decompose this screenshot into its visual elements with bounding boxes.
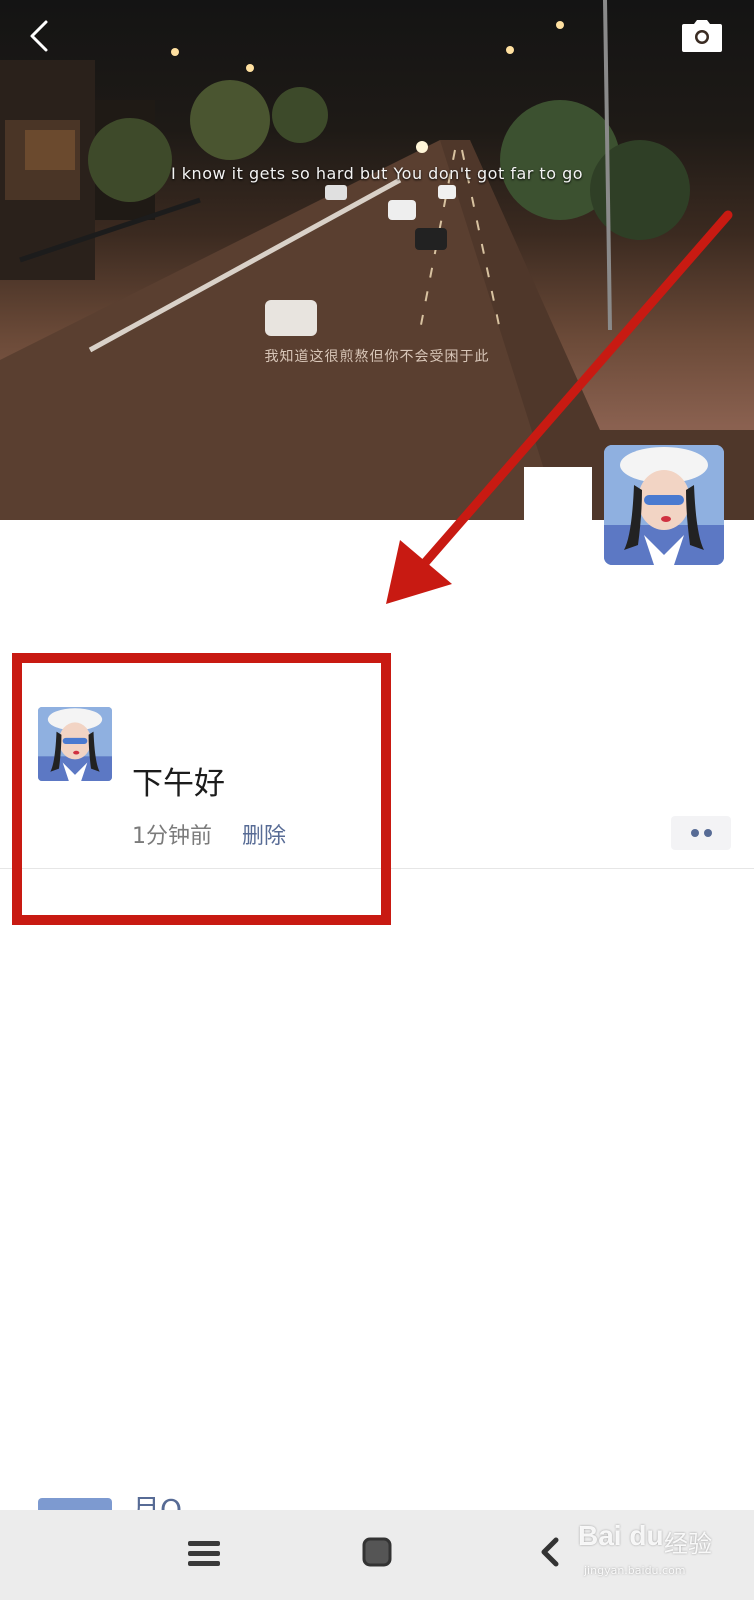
home-button[interactable] — [361, 1536, 393, 1568]
next-post-avatar[interactable] — [38, 1498, 112, 1510]
next-post-author-name[interactable]: 月O — [132, 1496, 182, 1510]
back-button[interactable] — [22, 18, 58, 54]
watermark-title: 经验 — [664, 1530, 712, 1558]
profile-avatar[interactable] — [604, 445, 724, 565]
menu-icon — [188, 1541, 220, 1566]
camera-button[interactable] — [680, 18, 724, 54]
avatar-girl-illustration — [604, 445, 724, 565]
back-chevron-icon — [541, 1537, 559, 1567]
baidu-jingyan-watermark: Bai du 经验 jingyan.baidu.com — [578, 1520, 748, 1590]
highlight-annotation-box — [12, 653, 391, 925]
more-dots-icon — [691, 829, 699, 837]
street-scene-illustration — [0, 0, 754, 520]
system-back-button[interactable] — [536, 1534, 564, 1570]
watermark-url: jingyan.baidu.com — [584, 1564, 686, 1577]
watermark-logo: Bai du — [578, 1520, 664, 1551]
cover-image[interactable]: I know it gets so hard but You don't got… — [0, 0, 754, 520]
cover-caption-chinese: 我知道这很煎熬但你不会受困于此 — [264, 349, 490, 365]
more-dots-icon — [704, 829, 712, 837]
name-placeholder-block — [524, 467, 592, 520]
recent-apps-button[interactable] — [186, 1538, 222, 1570]
more-options-button[interactable] — [671, 816, 731, 850]
home-square-icon — [362, 1537, 392, 1567]
camera-icon — [682, 20, 722, 52]
cover-caption-english: I know it gets so hard but You don't got… — [170, 164, 584, 183]
chevron-left-icon — [30, 20, 48, 52]
